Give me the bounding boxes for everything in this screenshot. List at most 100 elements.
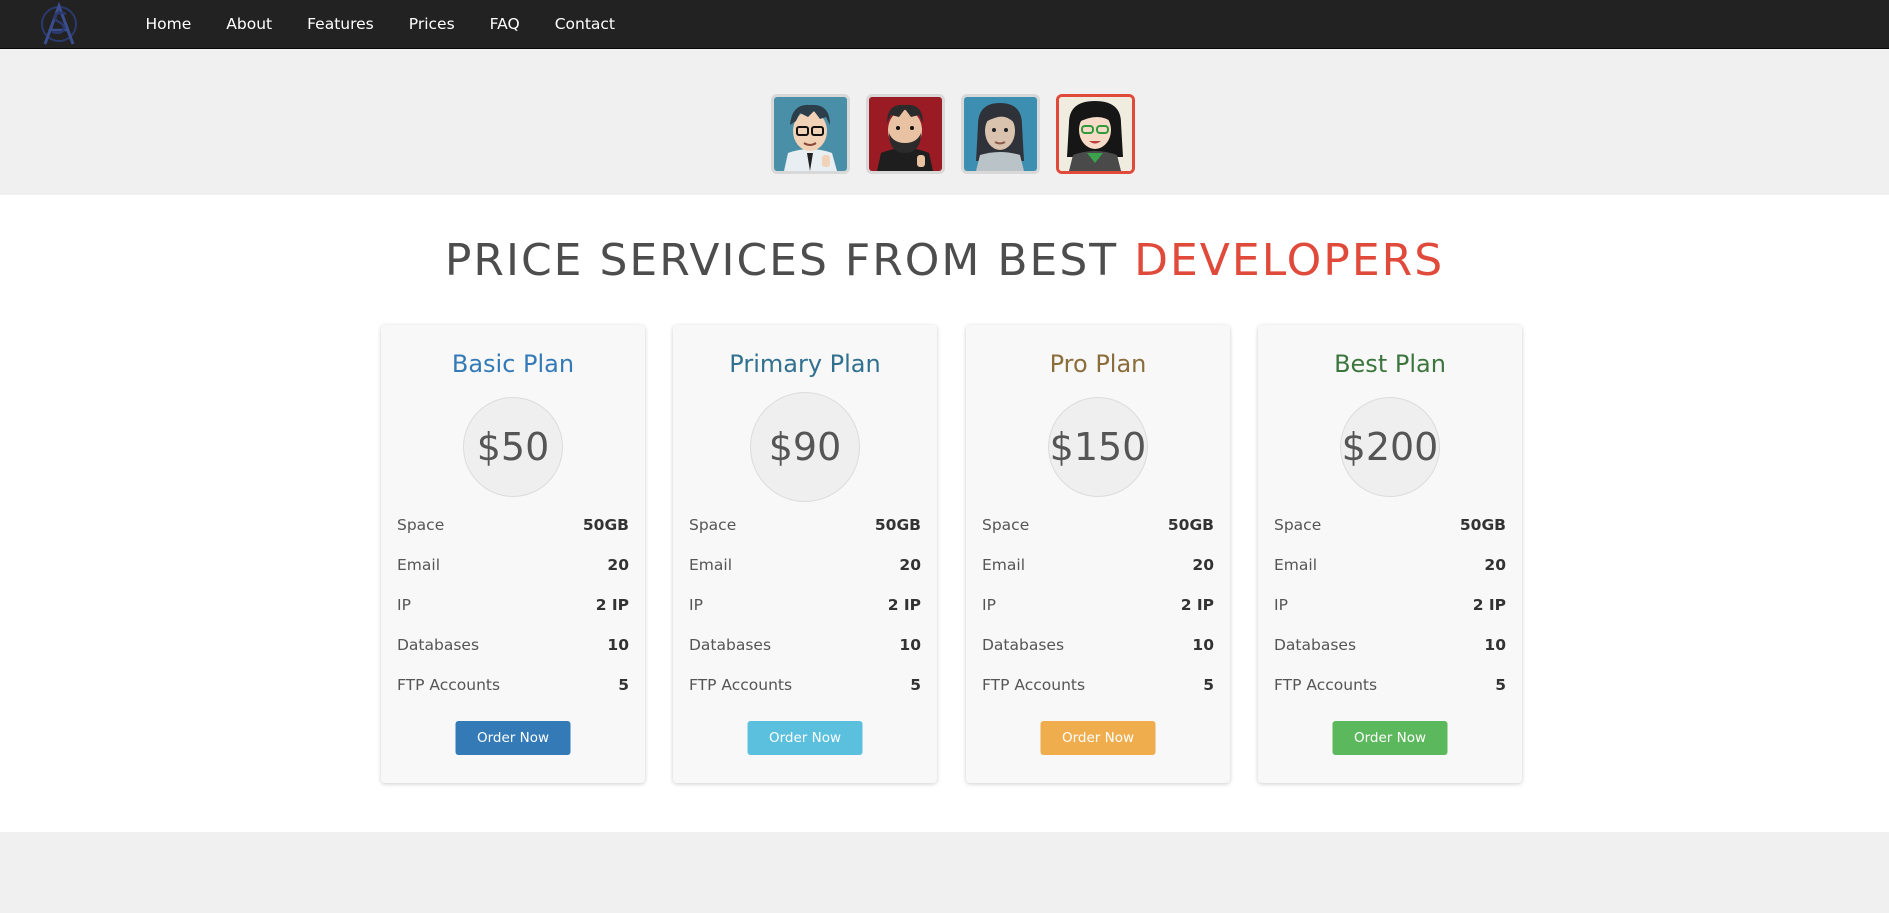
feature-row-space: Space 50GB [397, 515, 629, 555]
prices-title-main: PRICE SERVICES FROM BEST [444, 235, 1135, 286]
nav-features[interactable]: Features [290, 0, 392, 48]
feature-row-space: Space 50GB [1274, 515, 1506, 555]
feature-value: 10 [899, 636, 921, 654]
plan-name: Basic Plan [451, 350, 575, 378]
plan-features: Space 50GB Email 20 IP 2 IP Databases 10 FTP… [689, 515, 921, 715]
feature-label: IP [1274, 596, 1288, 614]
feature-row-ftp: FTP Accounts 5 [397, 675, 629, 715]
plan-name: Best Plan [1334, 350, 1446, 378]
plan-name: Primary Plan [729, 350, 881, 378]
feature-value: 20 [1192, 556, 1214, 574]
feature-row-ftp: FTP Accounts 5 [1274, 675, 1506, 715]
team-avatar-1[interactable] [771, 94, 850, 174]
feature-label: Databases [1274, 636, 1357, 654]
plan-name: Pro Plan [1049, 350, 1147, 378]
feature-value: 50GB [582, 516, 629, 534]
plan-card-pro: Pro Plan $150 Space 50GB Email 20 IP 2 IP D… [966, 325, 1230, 783]
feature-label: Databases [397, 636, 480, 654]
feature-label: FTP Accounts [689, 676, 793, 694]
plan-price: $50 [463, 397, 563, 497]
feature-row-ip: IP 2 IP [1274, 595, 1506, 635]
nav-home[interactable]: Home [128, 0, 209, 48]
feature-row-databases: Databases 10 [1274, 635, 1506, 675]
feature-row-space: Space 50GB [982, 515, 1214, 555]
feature-value: 2 IP [1180, 596, 1214, 614]
brand-logo-icon[interactable] [38, 2, 80, 46]
feature-row-email: Email 20 [982, 555, 1214, 595]
feature-row-ip: IP 2 IP [982, 595, 1214, 635]
nav-about[interactable]: About [209, 0, 290, 48]
feature-label: Email [982, 556, 1026, 574]
feature-row-email: Email 20 [1274, 555, 1506, 595]
feature-label: FTP Accounts [397, 676, 501, 694]
navbar: Home About Features Prices FAQ Contact [0, 0, 1889, 49]
feature-label: Email [1274, 556, 1318, 574]
feature-value: 2 IP [887, 596, 921, 614]
feature-value: 5 [618, 676, 629, 694]
feature-row-ip: IP 2 IP [689, 595, 921, 635]
plan-features: Space 50GB Email 20 IP 2 IP Databases 10 FTP… [982, 515, 1214, 715]
plan-card-basic: Basic Plan $50 Space 50GB Email 20 IP 2 IP … [381, 325, 645, 783]
feature-value: 5 [1203, 676, 1214, 694]
order-now-button[interactable]: Order Now [747, 721, 863, 755]
order-now-button[interactable]: Order Now [1040, 721, 1156, 755]
prices-section: PRICE SERVICES FROM BEST DEVELOPERS Basi… [0, 195, 1889, 832]
feature-label: Databases [982, 636, 1065, 654]
feature-label: Email [689, 556, 733, 574]
feature-value: 5 [1495, 676, 1506, 694]
feature-value: 5 [910, 676, 921, 694]
feature-value: 2 IP [1472, 596, 1506, 614]
avatar-bearded-man-icon [869, 97, 942, 171]
plan-price: $200 [1340, 397, 1440, 497]
nav-contact[interactable]: Contact [537, 0, 632, 48]
feature-value: 50GB [1459, 516, 1506, 534]
feature-label: Space [689, 516, 737, 534]
nav-prices[interactable]: Prices [391, 0, 472, 48]
feature-row-email: Email 20 [397, 555, 629, 595]
feature-row-ftp: FTP Accounts 5 [982, 675, 1214, 715]
feature-label: FTP Accounts [982, 676, 1086, 694]
feature-label: IP [397, 596, 411, 614]
feature-label: Databases [689, 636, 772, 654]
feature-label: FTP Accounts [1274, 676, 1378, 694]
feature-row-databases: Databases 10 [982, 635, 1214, 675]
team-strip [0, 49, 1889, 195]
prices-title: PRICE SERVICES FROM BEST DEVELOPERS [0, 235, 1889, 286]
order-now-button[interactable]: Order Now [1332, 721, 1448, 755]
plan-features: Space 50GB Email 20 IP 2 IP Databases 10 FTP… [1274, 515, 1506, 715]
feature-row-ip: IP 2 IP [397, 595, 629, 635]
avatar-glasses-man-icon [774, 97, 847, 171]
feature-value: 10 [607, 636, 629, 654]
plan-price: $150 [1048, 397, 1148, 497]
next-section [0, 832, 1889, 913]
feature-row-ftp: FTP Accounts 5 [689, 675, 921, 715]
team-avatar-3[interactable] [961, 94, 1040, 174]
feature-label: Email [397, 556, 441, 574]
feature-value: 50GB [1167, 516, 1214, 534]
prices-title-accent: DEVELOPERS [1134, 235, 1445, 286]
team-avatars [771, 94, 1135, 174]
feature-value: 50GB [874, 516, 921, 534]
feature-row-databases: Databases 10 [397, 635, 629, 675]
feature-label: Space [982, 516, 1030, 534]
feature-value: 20 [899, 556, 921, 574]
feature-row-email: Email 20 [689, 555, 921, 595]
feature-row-databases: Databases 10 [689, 635, 921, 675]
team-avatar-2[interactable] [866, 94, 945, 174]
feature-value: 10 [1192, 636, 1214, 654]
feature-value: 20 [1484, 556, 1506, 574]
plan-card-primary: Primary Plan $90 Space 50GB Email 20 IP 2 I… [673, 325, 937, 783]
feature-label: Space [397, 516, 445, 534]
plan-card-best: Best Plan $200 Space 50GB Email 20 IP 2 IP … [1258, 325, 1522, 783]
feature-row-space: Space 50GB [689, 515, 921, 555]
team-avatar-4[interactable] [1056, 94, 1135, 174]
order-now-button[interactable]: Order Now [455, 721, 571, 755]
avatar-woman-icon [964, 97, 1037, 171]
feature-label: IP [982, 596, 996, 614]
plan-price: $90 [750, 392, 860, 502]
main-nav: Home About Features Prices FAQ Contact [128, 0, 633, 48]
feature-label: IP [689, 596, 703, 614]
feature-value: 2 IP [595, 596, 629, 614]
plan-features: Space 50GB Email 20 IP 2 IP Databases 10 FTP… [397, 515, 629, 715]
nav-faq[interactable]: FAQ [472, 0, 537, 48]
